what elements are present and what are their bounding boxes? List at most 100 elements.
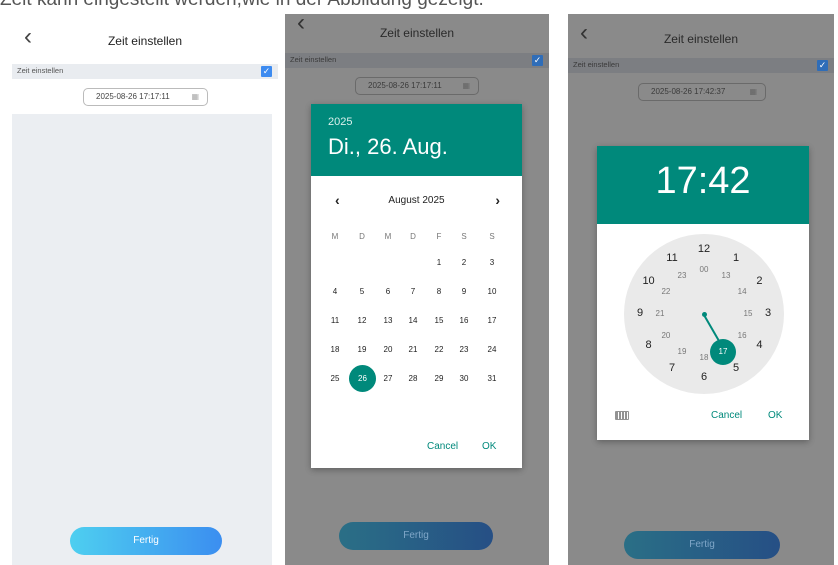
- weekday-header: S: [489, 232, 495, 241]
- checkbox-checked-icon[interactable]: ✓: [261, 66, 272, 77]
- calendar-day[interactable]: 9: [453, 281, 475, 303]
- calendar-day[interactable]: 6: [377, 281, 399, 303]
- calendar-day[interactable]: 25: [324, 368, 346, 390]
- weekday-header: M: [331, 232, 339, 241]
- next-month-icon[interactable]: ›: [495, 192, 500, 208]
- page-title: Zeit einstellen: [663, 32, 739, 46]
- clock-hour-inner[interactable]: 22: [659, 287, 673, 296]
- done-button[interactable]: Fertig: [624, 531, 780, 559]
- time-picker-dialog: 17:42 12 1 2 3 4 5 6 7 8 9 10 11 00 13 14 15 16 18 19 20 21 2…: [597, 146, 809, 440]
- calendar-day[interactable]: 14: [402, 310, 424, 332]
- header: ‹ Zeit einstellen: [12, 14, 278, 60]
- clock-hour-outer[interactable]: 1: [728, 252, 744, 264]
- clock-hour-outer[interactable]: 9: [632, 307, 648, 319]
- weekday-header: M: [384, 232, 392, 241]
- keyboard-icon[interactable]: [615, 411, 629, 420]
- calendar-day[interactable]: 28: [402, 368, 424, 390]
- clock-hour-inner[interactable]: 14: [735, 287, 749, 296]
- calendar-day[interactable]: 2: [453, 252, 475, 274]
- calendar-day[interactable]: 13: [377, 310, 399, 332]
- clock-hour-inner[interactable]: 21: [653, 309, 667, 318]
- calendar-day[interactable]: 21: [402, 339, 424, 361]
- clock-hour-inner[interactable]: 20: [659, 331, 673, 340]
- calendar-day[interactable]: 17: [481, 310, 503, 332]
- clock-hour-outer[interactable]: 7: [664, 362, 680, 374]
- date-picker-header: 2025 Di., 26. Aug.: [311, 104, 522, 176]
- clock-hour-outer[interactable]: 4: [751, 339, 767, 351]
- year-label[interactable]: 2025: [328, 116, 352, 128]
- calendar-day-selected[interactable]: 26: [349, 365, 376, 392]
- caption: Zeit kann eingestellt werden,wie in der …: [0, 0, 838, 12]
- cancel-button[interactable]: Cancel: [711, 410, 742, 421]
- datetime-field[interactable]: 2025-08-26 17:17:11 ▦: [83, 88, 208, 106]
- clock-hour-inner[interactable]: 23: [675, 271, 689, 280]
- calendar-day[interactable]: 11: [324, 310, 346, 332]
- calendar-day[interactable]: 22: [428, 339, 450, 361]
- screen-1: ‹ Zeit einstellen Zeit einstellen ✓ 2025…: [12, 14, 278, 565]
- calendar-day[interactable]: 27: [377, 368, 399, 390]
- checkbox-checked-icon[interactable]: ✓: [532, 55, 543, 66]
- done-button[interactable]: Fertig: [339, 522, 493, 550]
- weekday-header: S: [461, 232, 467, 241]
- calendar-day[interactable]: 8: [428, 281, 450, 303]
- done-button[interactable]: Fertig: [70, 527, 222, 555]
- setting-label: Zeit einstellen: [290, 55, 337, 64]
- weekday-header: D: [359, 232, 365, 241]
- time-picker-header: 17:42: [597, 146, 809, 224]
- clock-face[interactable]: 12 1 2 3 4 5 6 7 8 9 10 11 00 13 14 15 16 18 19 20 21 22 23 17: [624, 234, 784, 394]
- calendar-day[interactable]: 23: [453, 339, 475, 361]
- calendar-day[interactable]: 12: [351, 310, 373, 332]
- clock-hour-outer[interactable]: 6: [696, 371, 712, 383]
- ok-button[interactable]: OK: [482, 441, 496, 452]
- calendar-day[interactable]: 15: [428, 310, 450, 332]
- setting-row: Zeit einstellen ✓: [12, 64, 278, 79]
- calendar-day[interactable]: 19: [351, 339, 373, 361]
- calendar-day[interactable]: 24: [481, 339, 503, 361]
- clock-hour-inner[interactable]: 00: [697, 265, 711, 274]
- calendar-day[interactable]: 31: [481, 368, 503, 390]
- clock-hour-inner[interactable]: 13: [719, 271, 733, 280]
- cancel-button[interactable]: Cancel: [427, 441, 458, 452]
- datetime-field[interactable]: 2025-08-26 17:42:37 ▦: [638, 83, 766, 101]
- clock-hour-outer[interactable]: 3: [760, 307, 776, 319]
- clock-hour-outer[interactable]: 2: [751, 275, 767, 287]
- calendar-day[interactable]: 20: [377, 339, 399, 361]
- clock-hour-inner[interactable]: 16: [735, 331, 749, 340]
- datetime-value: 2025-08-26 17:17:11: [368, 81, 442, 90]
- clock-hour-outer[interactable]: 11: [664, 252, 680, 264]
- clock-hour-outer[interactable]: 10: [641, 275, 657, 287]
- month-label: August 2025: [388, 195, 445, 206]
- calendar-day[interactable]: 18: [324, 339, 346, 361]
- calendar-day[interactable]: 7: [402, 281, 424, 303]
- clock-hour-outer[interactable]: 8: [641, 339, 657, 351]
- header: ‹ Zeit einstellen: [568, 14, 834, 60]
- datetime-field[interactable]: 2025-08-26 17:17:11 ▦: [355, 77, 479, 95]
- calendar-day[interactable]: 10: [481, 281, 503, 303]
- calendar-day[interactable]: 29: [428, 368, 450, 390]
- calendar-day[interactable]: 1: [428, 252, 450, 274]
- clock-center: [702, 312, 707, 317]
- date-picker-dialog: 2025 Di., 26. Aug. ‹ August 2025 › MDMDF…: [311, 104, 522, 468]
- screen-2: ‹ Zeit einstellen Zeit einstellen ✓ 2025…: [285, 14, 549, 565]
- clock-hour-outer[interactable]: 5: [728, 362, 744, 374]
- setting-label: Zeit einstellen: [17, 66, 64, 75]
- datetime-value: 2025-08-26 17:17:11: [96, 92, 170, 101]
- calendar-day[interactable]: 4: [324, 281, 346, 303]
- calendar-day[interactable]: 3: [481, 252, 503, 274]
- setting-row: Zeit einstellen ✓: [285, 53, 549, 68]
- clock-hour-inner[interactable]: 15: [741, 309, 755, 318]
- clock-hour-inner[interactable]: 19: [675, 347, 689, 356]
- setting-row: Zeit einstellen ✓: [568, 58, 834, 73]
- ok-button[interactable]: OK: [768, 410, 782, 421]
- weekday-header: F: [436, 232, 442, 241]
- weekday-header: D: [410, 232, 416, 241]
- clock-hour-inner[interactable]: 18: [697, 353, 711, 362]
- calendar-day[interactable]: 16: [453, 310, 475, 332]
- clock-hour-outer[interactable]: 12: [696, 243, 712, 255]
- selected-hour[interactable]: 17: [710, 339, 736, 365]
- checkbox-checked-icon[interactable]: ✓: [817, 60, 828, 71]
- datetime-value: 2025-08-26 17:42:37: [651, 87, 726, 96]
- screen-3: ‹ Zeit einstellen Zeit einstellen ✓ 2025…: [568, 14, 834, 565]
- calendar-day[interactable]: 30: [453, 368, 475, 390]
- calendar-day[interactable]: 5: [351, 281, 373, 303]
